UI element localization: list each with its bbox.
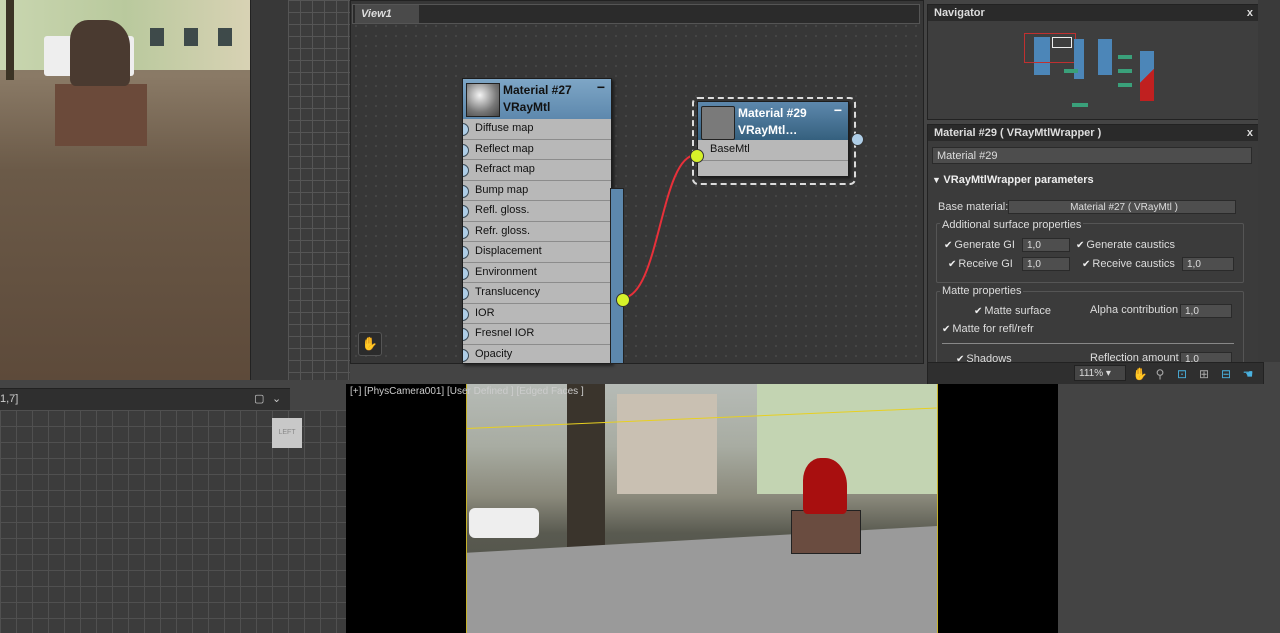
input-socket[interactable] <box>690 149 704 163</box>
right-bottom-panel <box>1058 384 1280 633</box>
slot-label: Bump map <box>475 183 529 196</box>
input-socket[interactable] <box>463 246 469 259</box>
pan-icon[interactable]: ✋ <box>1132 366 1148 382</box>
material-swatch-icon <box>701 106 735 140</box>
slot-row[interactable]: Refract map <box>463 160 611 181</box>
zoom-value: 111% <box>1079 368 1104 379</box>
node-title: Material #29 <box>738 106 807 120</box>
right-edge-panel <box>1258 0 1280 362</box>
rollout-header[interactable]: ▼ VRayMtlWrapper parameters <box>932 171 1246 189</box>
output-socket[interactable] <box>616 293 630 307</box>
slot-row[interactable]: Refl. gloss. <box>463 201 611 222</box>
slot-row[interactable]: IOR <box>463 304 611 324</box>
slot-row[interactable]: Translucency <box>463 283 611 304</box>
slot-row[interactable]: Diffuse map <box>463 119 611 140</box>
receive-gi-spinner[interactable]: 1,0 <box>1022 257 1070 271</box>
divider <box>942 343 1234 344</box>
input-socket[interactable] <box>463 184 469 198</box>
matte-surface-checkbox[interactable]: ✔ Matte surface <box>974 305 1051 317</box>
slot-label: Refl. gloss. <box>475 204 530 216</box>
generate-caustics-checkbox[interactable]: ✔ Generate caustics <box>1076 239 1175 251</box>
generate-gi-checkbox[interactable]: ✔ Generate GI <box>944 239 1015 251</box>
input-socket[interactable] <box>463 123 469 136</box>
receive-gi-checkbox[interactable]: ✔ Receive GI <box>948 258 1013 270</box>
output-socket[interactable] <box>851 133 864 146</box>
node-output-bar <box>610 188 624 364</box>
close-icon[interactable]: x <box>1247 5 1253 21</box>
alpha-contribution-spinner[interactable]: 1,0 <box>1180 304 1232 318</box>
slot-row[interactable]: Fresnel IOR <box>463 324 611 345</box>
material-name-field[interactable]: Material #29 <box>932 147 1252 164</box>
zoom-extents-icon[interactable]: ⊞ <box>1196 366 1212 382</box>
slot-label: BaseMtl <box>710 143 750 155</box>
viewport-scene <box>466 384 938 633</box>
receive-caustics-spinner[interactable]: 1,0 <box>1182 257 1234 271</box>
input-socket[interactable] <box>463 328 469 341</box>
node-header[interactable]: Material #27 VRayMtl − <box>463 79 611 119</box>
slot-label: Reflect map <box>475 142 534 155</box>
slot-label: Diffuse map <box>475 122 534 134</box>
material-param-title: Material #29 ( VRayMtlWrapper ) <box>934 127 1102 139</box>
expand-arrow-icon: ▼ <box>932 175 944 185</box>
zoom-dropdown[interactable]: 111% ▾ <box>1074 365 1126 381</box>
hand-select-icon[interactable]: ☚ <box>1240 366 1256 382</box>
group-title: Matte properties <box>940 285 1024 297</box>
close-icon[interactable]: x <box>1247 125 1253 141</box>
navigator-canvas[interactable] <box>928 21 1259 119</box>
pan-hand-icon[interactable]: ✋ <box>358 332 382 356</box>
input-socket[interactable] <box>463 266 469 280</box>
parameter-editor-panel: Material #29 ( VRayMtlWrapper ) x Materi… <box>927 124 1260 364</box>
rollout-title: VRayMtlWrapper parameters <box>943 174 1094 186</box>
slot-label: Refr. gloss. <box>475 224 531 237</box>
slot-label: Refract map <box>475 163 535 175</box>
receive-caustics-checkbox[interactable]: ✔ Receive caustics <box>1082 258 1175 270</box>
alpha-contribution-label: Alpha contribution <box>1090 304 1179 316</box>
additional-surface-group <box>936 223 1244 283</box>
navigator-panel: Navigator x <box>927 4 1260 120</box>
zoom-icon[interactable]: ⚲ <box>1152 366 1168 382</box>
input-socket[interactable] <box>463 205 469 218</box>
panel-title: Navigator x <box>928 5 1259 21</box>
zoom-region-icon[interactable]: ⊡ <box>1174 366 1190 382</box>
node-header[interactable]: Material #29 VRayMtl… − <box>698 102 848 140</box>
input-socket[interactable] <box>463 287 469 300</box>
input-socket[interactable] <box>463 225 469 239</box>
slot-row[interactable]: Displacement <box>463 242 611 263</box>
slot-basemtl[interactable]: BaseMtl <box>698 140 848 161</box>
slot-row[interactable]: Reflect map <box>463 140 611 160</box>
generate-gi-spinner[interactable]: 1,0 <box>1022 238 1070 252</box>
material-swatch-icon <box>466 83 500 117</box>
input-socket[interactable] <box>463 143 469 157</box>
node-title: Material #27 <box>503 83 572 97</box>
zoom-selected-icon[interactable]: ⊟ <box>1218 366 1234 382</box>
input-socket[interactable] <box>463 307 469 321</box>
input-socket[interactable] <box>463 348 469 362</box>
navigator-title: Navigator <box>934 7 985 19</box>
material-node-29[interactable]: Material #29 VRayMtl… − BaseMtl <box>697 101 849 177</box>
panel-title: Material #29 ( VRayMtlWrapper ) x <box>928 125 1259 141</box>
node-subtitle: VRayMtl… <box>738 123 798 137</box>
node-subtitle: VRayMtl <box>503 100 551 114</box>
group-title: Additional surface properties <box>940 219 1084 231</box>
slot-row[interactable]: Environment <box>463 263 611 283</box>
slot-row[interactable]: Opacity <box>463 345 611 364</box>
input-socket[interactable] <box>463 164 469 177</box>
base-material-label: Base material: <box>938 201 1009 213</box>
slot-label: IOR <box>475 306 495 319</box>
viewport-label[interactable]: [+] [PhysCamera001] [User Defined ] [Edg… <box>350 386 584 397</box>
material-node-27[interactable]: Material #27 VRayMtl − Diffuse map Reflec… <box>462 78 612 364</box>
slot-row[interactable]: Refr. gloss. <box>463 222 611 242</box>
minimize-icon[interactable]: − <box>834 102 842 118</box>
slot-label: Displacement <box>475 245 542 257</box>
slot-row[interactable]: Bump map <box>463 181 611 201</box>
base-material-button[interactable]: Material #27 ( VRayMtl ) <box>1008 200 1236 214</box>
minimize-icon[interactable]: − <box>597 79 605 95</box>
slot-label: Environment <box>475 265 537 278</box>
matte-refl-checkbox[interactable]: ✔ Matte for refl/refr <box>942 323 1034 335</box>
slot-label: Translucency <box>475 286 541 298</box>
slot-label: Fresnel IOR <box>475 327 535 339</box>
slot-label: Opacity <box>475 347 513 360</box>
